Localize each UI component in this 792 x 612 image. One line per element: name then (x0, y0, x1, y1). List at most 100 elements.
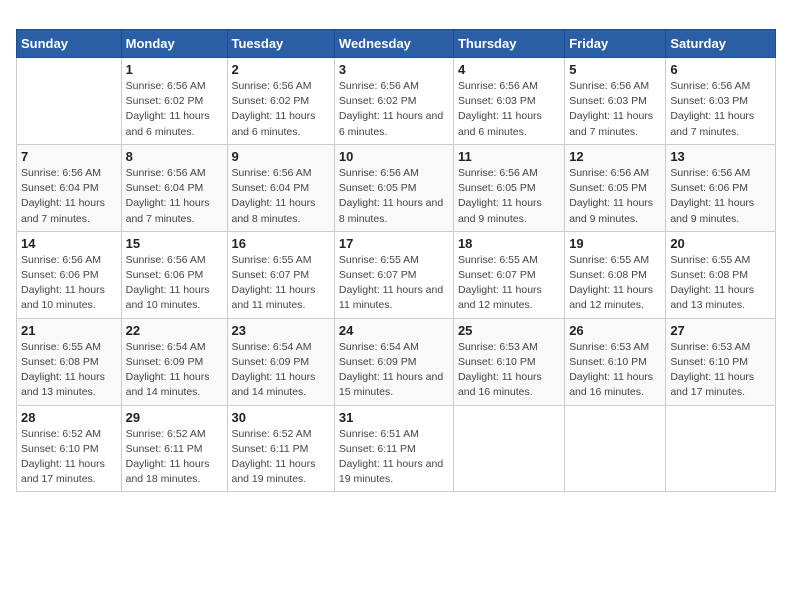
week-row-3: 14 Sunrise: 6:56 AMSunset: 6:06 PMDayligh… (17, 231, 776, 318)
day-info: Sunrise: 6:55 AMSunset: 6:07 PMDaylight:… (458, 253, 560, 314)
calendar-cell: 3 Sunrise: 6:56 AMSunset: 6:02 PMDaylight… (334, 58, 453, 145)
day-info: Sunrise: 6:54 AMSunset: 6:09 PMDaylight:… (232, 340, 330, 401)
day-info: Sunrise: 6:55 AMSunset: 6:08 PMDaylight:… (670, 253, 771, 314)
calendar-cell: 25 Sunrise: 6:53 AMSunset: 6:10 PMDayligh… (453, 318, 564, 405)
day-info: Sunrise: 6:56 AMSunset: 6:06 PMDaylight:… (670, 166, 771, 227)
day-info: Sunrise: 6:56 AMSunset: 6:02 PMDaylight:… (339, 79, 449, 140)
day-number: 9 (232, 149, 330, 164)
day-number: 14 (21, 236, 117, 251)
day-number: 21 (21, 323, 117, 338)
calendar-cell: 16 Sunrise: 6:55 AMSunset: 6:07 PMDayligh… (227, 231, 334, 318)
week-row-4: 21Sunrise: 6:55 AMSunset: 6:08 PMDayligh… (17, 318, 776, 405)
calendar-cell: 12 Sunrise: 6:56 AMSunset: 6:05 PMDayligh… (565, 144, 666, 231)
calendar-cell: 29 Sunrise: 6:52 AMSunset: 6:11 PMDayligh… (121, 405, 227, 492)
day-info: Sunrise: 6:56 AMSunset: 6:05 PMDaylight:… (569, 166, 661, 227)
day-number: 20 (670, 236, 771, 251)
day-info: Sunrise: 6:53 AMSunset: 6:10 PMDaylight:… (670, 340, 771, 401)
day-info: Sunrise: 6:55 AMSunset: 6:08 PMDaylight:… (569, 253, 661, 314)
calendar-cell: 6Sunrise: 6:56 AMSunset: 6:03 PMDaylight… (666, 58, 776, 145)
calendar-cell (453, 405, 564, 492)
calendar-cell (565, 405, 666, 492)
day-number: 25 (458, 323, 560, 338)
day-info: Sunrise: 6:54 AMSunset: 6:09 PMDaylight:… (339, 340, 449, 401)
calendar-cell: 5 Sunrise: 6:56 AMSunset: 6:03 PMDaylight… (565, 58, 666, 145)
weekday-header-thursday: Thursday (453, 30, 564, 58)
day-number: 10 (339, 149, 449, 164)
day-info: Sunrise: 6:56 AMSunset: 6:05 PMDaylight:… (339, 166, 449, 227)
week-row-1: 1 Sunrise: 6:56 AMSunset: 6:02 PMDaylight… (17, 58, 776, 145)
day-number: 18 (458, 236, 560, 251)
day-info: Sunrise: 6:56 AMSunset: 6:06 PMDaylight:… (21, 253, 117, 314)
day-info: Sunrise: 6:55 AMSunset: 6:07 PMDaylight:… (232, 253, 330, 314)
calendar-cell: 24Sunrise: 6:54 AMSunset: 6:09 PMDayligh… (334, 318, 453, 405)
day-info: Sunrise: 6:56 AMSunset: 6:02 PMDaylight:… (126, 79, 223, 140)
day-number: 15 (126, 236, 223, 251)
day-number: 29 (126, 410, 223, 425)
day-number: 27 (670, 323, 771, 338)
day-info: Sunrise: 6:56 AMSunset: 6:03 PMDaylight:… (569, 79, 661, 140)
day-number: 5 (569, 62, 661, 77)
day-number: 2 (232, 62, 330, 77)
day-number: 23 (232, 323, 330, 338)
day-info: Sunrise: 6:54 AMSunset: 6:09 PMDaylight:… (126, 340, 223, 401)
calendar-cell: 2 Sunrise: 6:56 AMSunset: 6:02 PMDaylight… (227, 58, 334, 145)
day-number: 28 (21, 410, 117, 425)
calendar-cell: 1 Sunrise: 6:56 AMSunset: 6:02 PMDaylight… (121, 58, 227, 145)
calendar-cell: 20 Sunrise: 6:55 AMSunset: 6:08 PMDayligh… (666, 231, 776, 318)
day-number: 4 (458, 62, 560, 77)
calendar-cell: 8 Sunrise: 6:56 AMSunset: 6:04 PMDaylight… (121, 144, 227, 231)
day-number: 11 (458, 149, 560, 164)
calendar-cell: 22 Sunrise: 6:54 AMSunset: 6:09 PMDayligh… (121, 318, 227, 405)
day-info: Sunrise: 6:56 AMSunset: 6:04 PMDaylight:… (21, 166, 117, 227)
calendar-cell: 27 Sunrise: 6:53 AMSunset: 6:10 PMDayligh… (666, 318, 776, 405)
calendar-cell: 26 Sunrise: 6:53 AMSunset: 6:10 PMDayligh… (565, 318, 666, 405)
day-info: Sunrise: 6:52 AMSunset: 6:10 PMDaylight:… (21, 427, 117, 488)
calendar-cell: 23 Sunrise: 6:54 AMSunset: 6:09 PMDayligh… (227, 318, 334, 405)
day-info: Sunrise: 6:56 AMSunset: 6:05 PMDaylight:… (458, 166, 560, 227)
weekday-header-row: SundayMondayTuesdayWednesdayThursdayFrid… (17, 30, 776, 58)
day-number: 7 (21, 149, 117, 164)
weekday-header-sunday: Sunday (17, 30, 122, 58)
calendar-cell: 10 Sunrise: 6:56 AMSunset: 6:05 PMDayligh… (334, 144, 453, 231)
day-number: 30 (232, 410, 330, 425)
day-number: 16 (232, 236, 330, 251)
calendar-cell: 11 Sunrise: 6:56 AMSunset: 6:05 PMDayligh… (453, 144, 564, 231)
day-number: 31 (339, 410, 449, 425)
day-number: 19 (569, 236, 661, 251)
day-number: 22 (126, 323, 223, 338)
day-info: Sunrise: 6:53 AMSunset: 6:10 PMDaylight:… (458, 340, 560, 401)
page-header (16, 16, 776, 21)
day-info: Sunrise: 6:55 AMSunset: 6:07 PMDaylight:… (339, 253, 449, 314)
calendar-cell (666, 405, 776, 492)
calendar-cell: 28 Sunrise: 6:52 AMSunset: 6:10 PMDayligh… (17, 405, 122, 492)
day-info: Sunrise: 6:52 AMSunset: 6:11 PMDaylight:… (232, 427, 330, 488)
day-number: 17 (339, 236, 449, 251)
calendar-cell: 13 Sunrise: 6:56 AMSunset: 6:06 PMDayligh… (666, 144, 776, 231)
day-info: Sunrise: 6:51 AMSunset: 6:11 PMDaylight:… (339, 427, 449, 488)
day-number: 1 (126, 62, 223, 77)
day-number: 3 (339, 62, 449, 77)
day-info: Sunrise: 6:56 AMSunset: 6:04 PMDaylight:… (232, 166, 330, 227)
day-info: Sunrise: 6:56 AMSunset: 6:06 PMDaylight:… (126, 253, 223, 314)
day-number: 8 (126, 149, 223, 164)
weekday-header-monday: Monday (121, 30, 227, 58)
calendar-cell: 21Sunrise: 6:55 AMSunset: 6:08 PMDayligh… (17, 318, 122, 405)
day-info: Sunrise: 6:56 AMSunset: 6:03 PMDaylight:… (458, 79, 560, 140)
week-row-5: 28 Sunrise: 6:52 AMSunset: 6:10 PMDayligh… (17, 405, 776, 492)
day-number: 6 (670, 62, 771, 77)
day-info: Sunrise: 6:52 AMSunset: 6:11 PMDaylight:… (126, 427, 223, 488)
day-info: Sunrise: 6:53 AMSunset: 6:10 PMDaylight:… (569, 340, 661, 401)
day-number: 26 (569, 323, 661, 338)
weekday-header-friday: Friday (565, 30, 666, 58)
calendar-table: SundayMondayTuesdayWednesdayThursdayFrid… (16, 29, 776, 492)
calendar-cell: 4 Sunrise: 6:56 AMSunset: 6:03 PMDaylight… (453, 58, 564, 145)
day-info: Sunrise: 6:56 AMSunset: 6:04 PMDaylight:… (126, 166, 223, 227)
calendar-cell: 30 Sunrise: 6:52 AMSunset: 6:11 PMDayligh… (227, 405, 334, 492)
weekday-header-wednesday: Wednesday (334, 30, 453, 58)
weekday-header-saturday: Saturday (666, 30, 776, 58)
day-info: Sunrise: 6:56 AMSunset: 6:02 PMDaylight:… (232, 79, 330, 140)
calendar-cell: 17 Sunrise: 6:55 AMSunset: 6:07 PMDayligh… (334, 231, 453, 318)
day-number: 13 (670, 149, 771, 164)
day-number: 12 (569, 149, 661, 164)
calendar-cell: 14 Sunrise: 6:56 AMSunset: 6:06 PMDayligh… (17, 231, 122, 318)
